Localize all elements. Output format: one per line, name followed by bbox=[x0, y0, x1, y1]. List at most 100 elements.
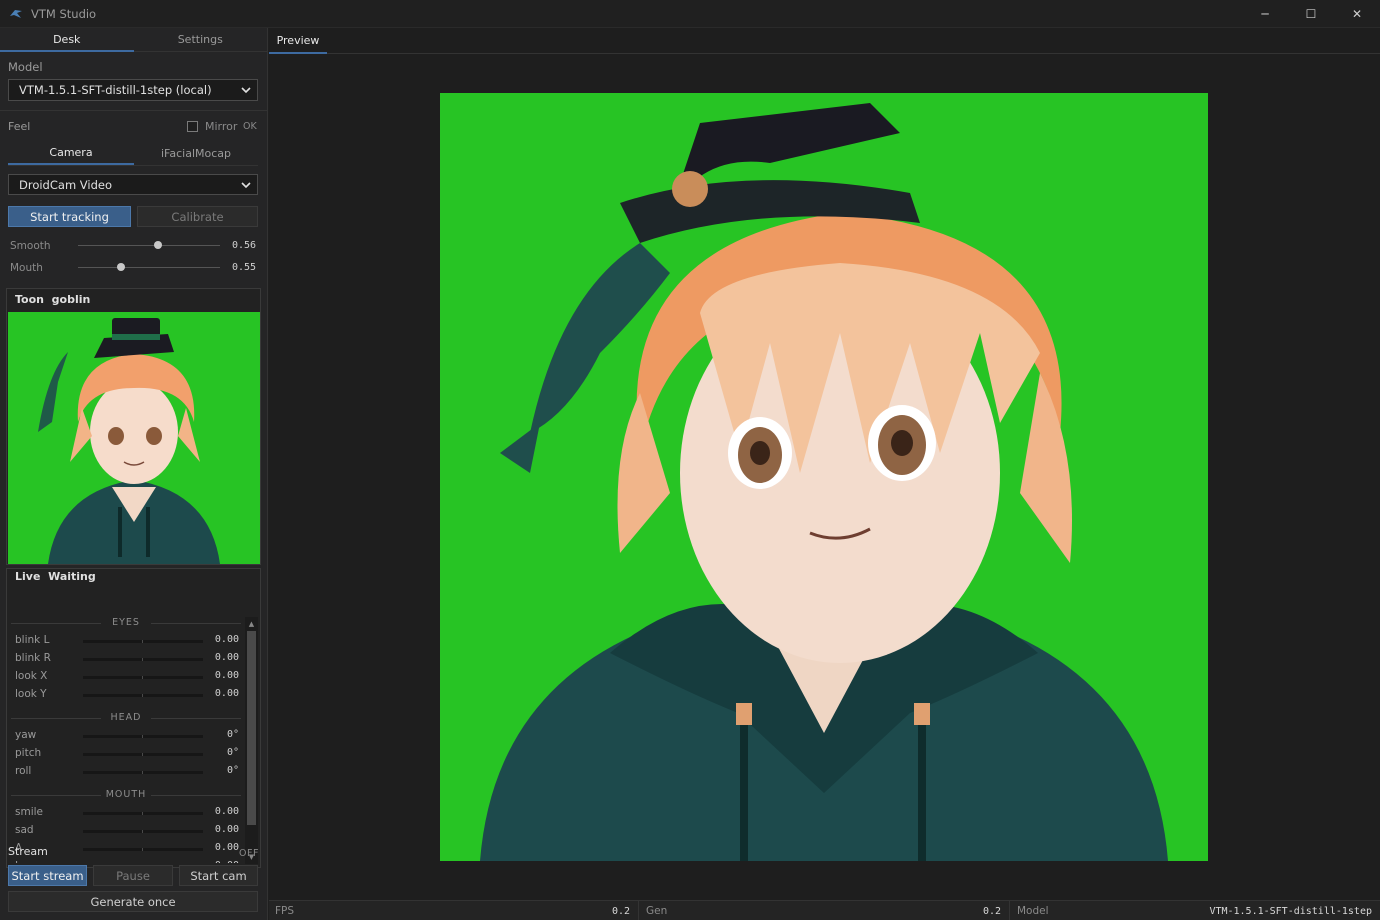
feel-status: OK bbox=[243, 121, 257, 132]
toon-character-image bbox=[38, 318, 220, 564]
status-bar: FPS 0.2 Gen 0.2 Model VTM-1.5.1-SFT-dist… bbox=[269, 900, 1380, 920]
pause-button[interactable]: Pause bbox=[93, 865, 173, 886]
live-row-meter bbox=[83, 658, 203, 661]
mirror-checkbox[interactable] bbox=[187, 121, 198, 132]
meter-center-tick bbox=[142, 694, 143, 697]
live-row-value: 0.00 bbox=[214, 842, 239, 853]
start-cam-button[interactable]: Start cam bbox=[179, 865, 258, 886]
preview-area: Preview bbox=[269, 28, 1380, 900]
status-gen: Gen 0.2 bbox=[640, 901, 1010, 920]
close-button[interactable]: ✕ bbox=[1334, 0, 1380, 28]
mouth-value: 0.55 bbox=[232, 262, 257, 273]
divider bbox=[11, 623, 101, 624]
smooth-slider-handle[interactable] bbox=[153, 241, 162, 249]
live-row-meter bbox=[83, 735, 203, 738]
maximize-icon: ☐ bbox=[1305, 7, 1317, 21]
smooth-label: Smooth bbox=[10, 240, 51, 252]
scroll-thumb[interactable] bbox=[247, 631, 256, 825]
meter-center-tick bbox=[142, 812, 143, 815]
scroll-up-icon[interactable]: ▲ bbox=[245, 618, 258, 630]
mouth-slider-handle[interactable] bbox=[116, 263, 125, 271]
divider bbox=[151, 795, 241, 796]
live-values-list[interactable]: EYES blink L 0.00 blink R 0.00 look X 0.00 look… bbox=[9, 615, 243, 863]
meter-center-tick bbox=[142, 735, 143, 738]
chevron-down-icon bbox=[241, 181, 251, 188]
tab-preview[interactable]: Preview bbox=[269, 28, 327, 54]
tab-ifacialmocap[interactable]: iFacialMocap bbox=[134, 142, 258, 165]
preview-tab-bar bbox=[269, 28, 1380, 54]
window-title: VTM Studio bbox=[31, 6, 97, 21]
meter-center-tick bbox=[142, 848, 143, 851]
maximize-button[interactable]: ☐ bbox=[1288, 0, 1334, 28]
meter-center-tick bbox=[142, 658, 143, 661]
live-row-value: 0° bbox=[226, 765, 239, 776]
tab-camera[interactable]: Camera bbox=[8, 142, 134, 165]
live-row-value: 0.00 bbox=[199, 860, 239, 863]
meter-center-tick bbox=[142, 753, 143, 756]
start-stream-button[interactable]: Start stream bbox=[8, 865, 87, 886]
start-tracking-button[interactable]: Start tracking bbox=[8, 206, 131, 227]
camera-device-value: DroidCam Video bbox=[19, 177, 113, 192]
fps-label: FPS bbox=[275, 905, 295, 917]
live-row-value: 0.00 bbox=[214, 824, 239, 835]
fps-value: 0.2 bbox=[611, 905, 630, 917]
live-row-label: look Y bbox=[15, 688, 47, 700]
mirror-label: Mirror bbox=[205, 120, 238, 133]
meter-center-tick bbox=[142, 771, 143, 774]
gen-value: 0.2 bbox=[982, 905, 1001, 917]
mouth-label: Mouth bbox=[10, 262, 43, 274]
live-row-meter bbox=[83, 694, 203, 697]
live-label: Live bbox=[15, 570, 41, 583]
toon-name: goblin bbox=[51, 293, 91, 306]
smooth-value: 0.56 bbox=[232, 240, 257, 251]
live-row-label: pitch bbox=[15, 747, 42, 759]
smooth-slider[interactable] bbox=[78, 245, 220, 246]
live-row-meter bbox=[83, 771, 203, 774]
stream-status: OFF bbox=[239, 848, 259, 859]
live-row-value: 0.00 bbox=[214, 652, 239, 663]
toon-label: Toon bbox=[15, 293, 44, 306]
divider bbox=[0, 110, 268, 111]
live-row-meter bbox=[83, 676, 203, 679]
status-fps: FPS 0.2 bbox=[269, 901, 639, 920]
live-row-value: 0.00 bbox=[214, 688, 239, 699]
live-header: Live Waiting bbox=[15, 570, 96, 583]
live-scrollbar[interactable]: ▲ ▼ bbox=[245, 617, 258, 864]
left-panel: Desk Settings Model VTM-1.5.1-SFT-distil… bbox=[0, 28, 268, 920]
live-row-label: blink R bbox=[15, 652, 51, 664]
feel-tab-bar: Camera iFacialMocap bbox=[8, 142, 258, 166]
feel-label: Feel bbox=[8, 120, 31, 133]
live-row-meter bbox=[83, 640, 203, 643]
left-tab-bar: Desk Settings bbox=[0, 28, 267, 52]
minimize-button[interactable]: ─ bbox=[1242, 0, 1288, 28]
live-row-label: sad bbox=[15, 824, 34, 836]
tab-settings[interactable]: Settings bbox=[133, 28, 267, 52]
app-logo-icon bbox=[10, 9, 22, 18]
model-select-value: VTM-1.5.1-SFT-distill-1step (local) bbox=[19, 83, 212, 97]
live-row-label: I bbox=[15, 860, 18, 863]
live-row-meter bbox=[83, 848, 203, 851]
calibrate-button[interactable]: Calibrate bbox=[137, 206, 258, 227]
tab-desk[interactable]: Desk bbox=[0, 28, 134, 52]
model-select[interactable]: VTM-1.5.1-SFT-distill-1step (local) bbox=[8, 79, 258, 101]
gen-label: Gen bbox=[646, 905, 668, 917]
live-row-meter bbox=[83, 753, 203, 756]
toon-thumbnail bbox=[8, 312, 260, 564]
toon-header: Toon goblin bbox=[15, 293, 90, 306]
status-model: Model VTM-1.5.1-SFT-distill-1step bbox=[1011, 901, 1380, 920]
live-row-value: 0.00 bbox=[214, 806, 239, 817]
camera-device-select[interactable]: DroidCam Video bbox=[8, 174, 258, 195]
generate-once-button[interactable]: Generate once bbox=[8, 891, 258, 912]
live-row-label: blink L bbox=[15, 634, 50, 646]
divider bbox=[11, 795, 101, 796]
title-bar: VTM Studio ─ ☐ ✕ bbox=[0, 0, 1380, 28]
status-model-value: VTM-1.5.1-SFT-distill-1step bbox=[1209, 905, 1372, 917]
divider bbox=[11, 718, 101, 719]
live-row-value: 0° bbox=[226, 729, 239, 740]
mouth-slider[interactable] bbox=[78, 267, 220, 268]
meter-center-tick bbox=[142, 676, 143, 679]
model-label: Model bbox=[8, 60, 43, 74]
divider bbox=[151, 718, 241, 719]
live-row-value: 0.00 bbox=[214, 670, 239, 681]
stream-label: Stream bbox=[8, 845, 48, 858]
